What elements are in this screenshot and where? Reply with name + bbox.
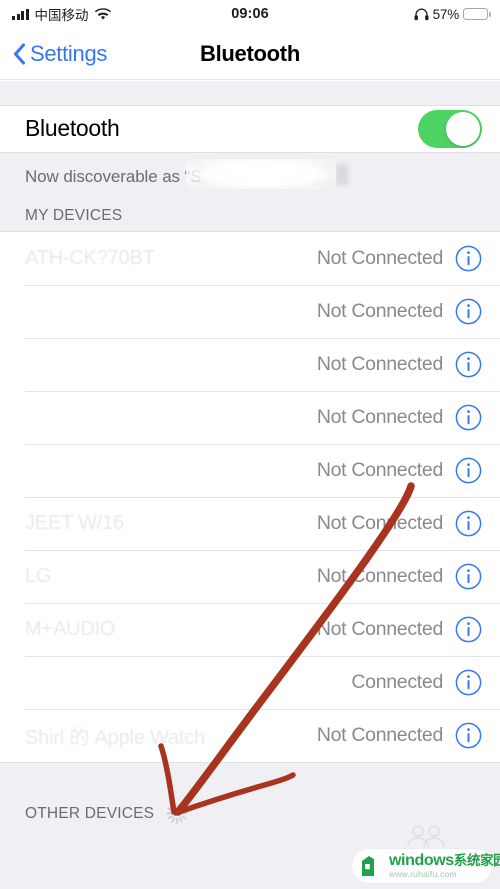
info-circle-icon[interactable]	[455, 457, 482, 484]
navigation-bar: Settings Bluetooth	[0, 28, 500, 80]
device-row[interactable]: JEET W/16 Not Connected	[0, 496, 500, 550]
info-circle-icon[interactable]	[455, 404, 482, 431]
device-status: Not Connected	[316, 246, 443, 269]
device-row[interactable]: M+AUDIO Not Connected	[0, 602, 500, 656]
device-status: Not Connected	[316, 352, 443, 375]
device-status: Not Connected	[316, 511, 443, 534]
info-circle-icon[interactable]	[455, 245, 482, 272]
info-circle-icon[interactable]	[455, 563, 482, 590]
info-circle-icon[interactable]	[455, 616, 482, 643]
device-status: Not Connected	[316, 405, 443, 428]
device-row[interactable]: Connected	[0, 655, 500, 709]
battery-percent-label: 57%	[432, 6, 460, 22]
watermark-url: www.ruhaifu.com	[389, 868, 457, 879]
info-circle-icon[interactable]	[455, 669, 482, 696]
wifi-icon	[94, 7, 111, 21]
watermark-text: windows系统家园 www.ruhaifu.com	[389, 852, 500, 879]
discoverable-text: Now discoverable as “S	[25, 166, 202, 186]
my-devices-list: ATH-CK?70BT Not Connected Not Connected Not…	[0, 230, 500, 763]
info-circle-icon[interactable]	[455, 510, 482, 537]
info-circle-icon[interactable]	[455, 298, 482, 325]
device-name: LG	[25, 564, 52, 587]
device-row[interactable]: Not Connected	[0, 337, 500, 391]
redacted-device-name: ███████████	[196, 164, 351, 184]
device-name: ATH-CK?70BT	[25, 246, 155, 269]
discoverable-note: Now discoverable as “S ███████████	[0, 153, 500, 195]
device-name: JEET W/16	[25, 511, 124, 534]
status-bar-right: 57%	[414, 6, 491, 22]
info-circle-icon[interactable]	[455, 722, 482, 749]
bluetooth-switch[interactable]	[418, 109, 482, 148]
settings-scroll-view[interactable]: Bluetooth Now discoverable as “S ███████…	[0, 80, 500, 889]
device-row[interactable]: ATH-CK?70BT Not Connected	[0, 232, 500, 285]
watermark-title: windows系统家园	[389, 852, 500, 870]
device-status: Not Connected	[316, 458, 443, 481]
device-row[interactable]: Shirl 的 Apple Watch Not Connected	[0, 708, 500, 762]
other-devices-header: OTHER DEVICES	[0, 763, 500, 831]
device-name: Shirl 的 Apple Watch	[25, 726, 205, 749]
my-devices-header-label: MY DEVICES	[25, 206, 123, 224]
iphone-screen: 中国移动 09:06 57% Settings Bluetooth Blueto…	[0, 0, 500, 889]
device-status: Not Connected	[316, 564, 443, 587]
device-row[interactable]: Not Connected	[0, 390, 500, 444]
info-circle-icon[interactable]	[455, 351, 482, 378]
page-title: Bluetooth	[200, 40, 300, 66]
device-row[interactable]: LG Not Connected	[0, 549, 500, 603]
house-logo-icon	[362, 856, 374, 876]
watermark-title-cn: 系统家园	[453, 853, 500, 869]
my-devices-header: MY DEVICES	[0, 195, 500, 231]
site-watermark: windows系统家园 www.ruhaifu.com	[352, 849, 500, 883]
activity-spinner-icon	[166, 803, 188, 825]
carrier-label: 中国移动	[34, 8, 89, 23]
device-name: M+AUDIO	[25, 617, 116, 640]
watermark-title-en: windows	[389, 852, 454, 870]
other-devices-header-label: OTHER DEVICES	[25, 804, 155, 822]
bluetooth-toggle-label: Bluetooth	[25, 115, 120, 141]
switch-knob	[446, 111, 480, 146]
bluetooth-toggle-row[interactable]: Bluetooth	[0, 104, 500, 153]
device-status: Not Connected	[316, 723, 443, 746]
battery-icon	[463, 7, 491, 21]
device-row[interactable]: Not Connected	[0, 443, 500, 497]
top-spacer	[0, 80, 500, 105]
device-status: Not Connected	[316, 617, 443, 640]
device-status: Not Connected	[316, 299, 443, 322]
redaction-overlay	[186, 158, 336, 189]
status-bar: 中国移动 09:06 57%	[0, 0, 500, 28]
device-status: Connected	[351, 670, 443, 693]
status-bar-left: 中国移动	[12, 4, 111, 24]
device-row[interactable]: Not Connected	[0, 284, 500, 338]
cellular-signal-icon	[12, 8, 29, 20]
headphone-icon	[414, 7, 429, 21]
